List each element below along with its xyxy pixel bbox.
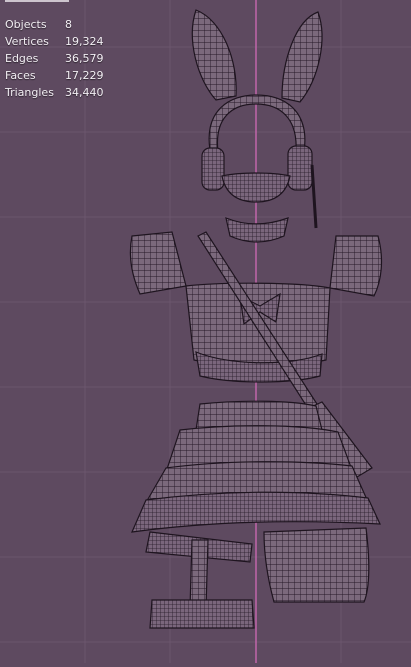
stats-label: Edges xyxy=(5,52,39,66)
statistics-overlay: Objects 8 Vertices 19,324 Edges 36,579 F… xyxy=(5,16,104,101)
stats-value: 34,440 xyxy=(65,86,104,100)
stats-value: 8 xyxy=(65,18,72,31)
right-headphone xyxy=(287,145,313,191)
left-sleeve xyxy=(129,231,187,295)
choker xyxy=(225,217,289,243)
stats-label: Vertices xyxy=(5,35,49,49)
stats-value: 17,229 xyxy=(65,69,104,83)
stats-row-vertices: Vertices 19,324 xyxy=(5,33,104,50)
stats-label: Triangles xyxy=(5,86,54,100)
headband xyxy=(208,94,306,153)
stats-row-faces: Faces 17,229 xyxy=(5,67,104,84)
thigh-band xyxy=(149,599,255,629)
shorts-leg xyxy=(263,527,370,603)
stats-label: Faces xyxy=(5,69,36,83)
stats-row-triangles: Triangles 34,440 xyxy=(5,84,104,101)
left-ear xyxy=(191,9,237,101)
header-indicator xyxy=(5,0,69,2)
stats-row-objects: Objects 8 xyxy=(5,16,104,33)
stats-row-edges: Edges 36,579 xyxy=(5,50,104,67)
stats-value: 19,324 xyxy=(65,35,104,49)
left-headphone xyxy=(201,147,225,191)
face-mask xyxy=(221,172,291,203)
stats-value: 36,579 xyxy=(65,52,104,66)
garter-strap xyxy=(189,539,209,609)
right-ear xyxy=(281,11,323,103)
right-sleeve xyxy=(329,235,383,297)
stats-label: Objects xyxy=(5,18,47,31)
